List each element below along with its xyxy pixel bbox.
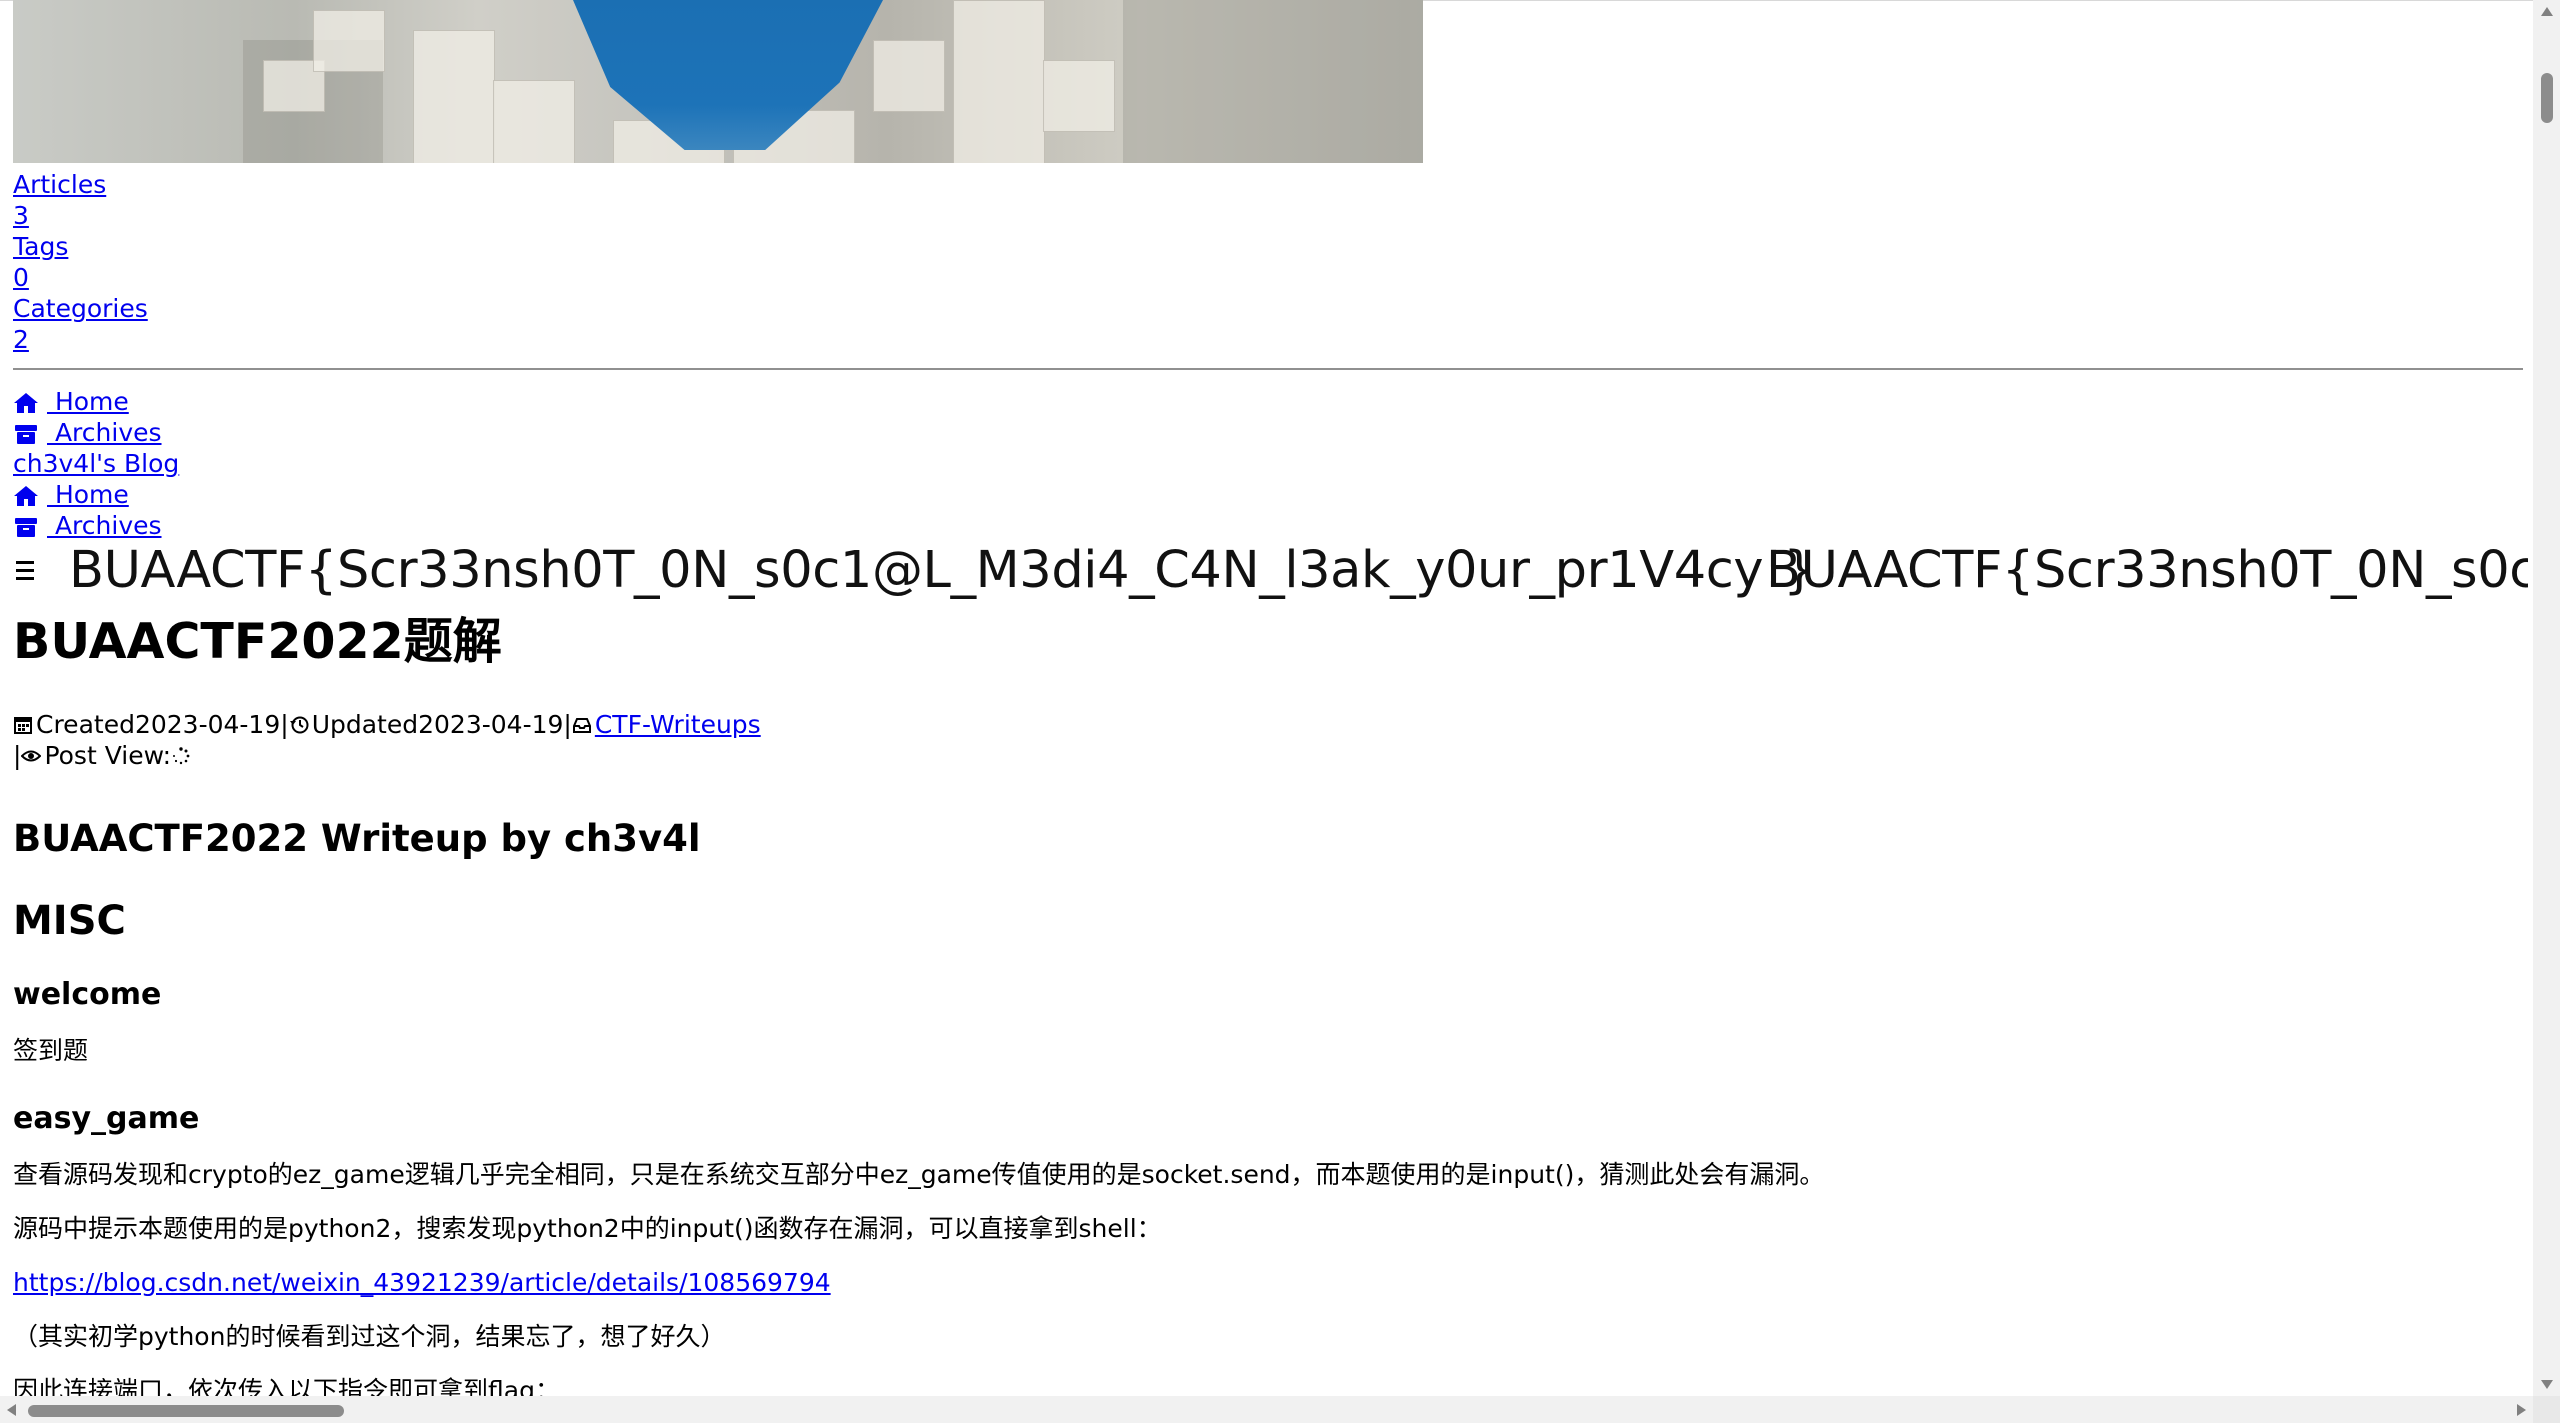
post-view-label: Post View:	[44, 741, 172, 770]
post-title: BUAACTF2022题解	[13, 613, 502, 670]
reference-link[interactable]: https://blog.csdn.net/weixin_43921239/ar…	[13, 1268, 831, 1297]
created-label: Created	[36, 710, 135, 739]
nav-item-home-label: Home	[47, 480, 129, 509]
flag-text-repeat: BUAACTF{Scr33nsh0T_0N_s0c1@	[1766, 541, 2528, 600]
updated-date: 2023-04-19	[418, 710, 564, 739]
welcome-heading: welcome	[13, 977, 162, 1012]
calendar-icon	[13, 715, 33, 735]
tags-count[interactable]: 0	[13, 263, 29, 292]
site-stats: Articles 3 Tags 0 Categories 2	[13, 169, 2533, 355]
sidebar-item-archives-label: Archives	[47, 418, 162, 447]
nav-item-archives-label: Archives	[47, 511, 162, 540]
scrollbar-corner	[2533, 1396, 2560, 1423]
post-meta: Created2023-04-19| Updated2023-04-19| CT…	[13, 709, 2533, 771]
articles-link[interactable]: Articles	[13, 170, 106, 199]
flag-text: BUAACTF{Scr33nsh0T_0N_s0c1@L_M3di4_C4N_l…	[69, 541, 1816, 600]
inbox-icon	[572, 715, 592, 735]
sidebar-divider	[13, 368, 2523, 370]
hamburger-menu-icon[interactable]	[16, 561, 34, 585]
meta-separator: |	[13, 741, 22, 770]
easy-game-paragraph-1: 查看源码发现和crypto的ez_game逻辑几乎完全相同，只是在系统交互部分中…	[13, 1160, 1825, 1189]
misc-heading: MISC	[13, 898, 126, 944]
created-date: 2023-04-19	[134, 710, 281, 739]
category-link[interactable]: CTF-Writeups	[595, 710, 761, 739]
meta-separator: |	[563, 710, 572, 739]
vertical-scrollbar-thumb[interactable]	[2541, 73, 2553, 123]
sidebar-menu: Home Archives ch3v4l's Blog Home Archive…	[13, 386, 2533, 541]
scroll-up-arrow-icon[interactable]	[2541, 7, 2553, 16]
nav-item-home[interactable]: Home	[13, 479, 129, 510]
categories-link[interactable]: Categories	[13, 294, 148, 323]
eye-icon	[21, 746, 42, 766]
articles-count[interactable]: 3	[13, 201, 29, 230]
categories-count[interactable]: 2	[13, 325, 29, 354]
tags-link[interactable]: Tags	[13, 232, 68, 261]
loading-spinner-icon	[171, 746, 191, 766]
meta-separator: |	[280, 710, 289, 739]
sidebar-item-home-label: Home	[47, 387, 129, 416]
history-icon	[289, 715, 309, 735]
scroll-left-arrow-icon[interactable]	[7, 1404, 16, 1416]
archive-icon	[13, 423, 39, 445]
easy-game-paragraph-2: 源码中提示本题使用的是python2，搜索发现python2中的input()函…	[13, 1214, 1162, 1243]
archive-icon	[13, 516, 39, 538]
easy-game-paragraph-4: 因此连接端口，依次传入以下指令即可拿到flag：	[13, 1376, 560, 1396]
home-icon	[13, 485, 39, 507]
flag-marquee: BUAACTF{Scr33nsh0T_0N_s0c1@L_M3di4_C4N_l…	[13, 541, 2528, 601]
horizontal-scrollbar-thumb[interactable]	[28, 1405, 344, 1417]
welcome-paragraph: 签到题	[13, 1036, 89, 1065]
easy-game-heading: easy_game	[13, 1101, 200, 1136]
horizontal-scrollbar[interactable]	[0, 1396, 2533, 1423]
writeup-heading: BUAACTF2022 Writeup by ch3v4l	[13, 817, 701, 860]
updated-label: Updated	[311, 710, 419, 739]
sidebar-item-archives[interactable]: Archives	[13, 417, 162, 448]
sidebar-item-home[interactable]: Home	[13, 386, 129, 417]
page-viewport: Articles 3 Tags 0 Categories 2 Home Arch…	[0, 0, 2533, 1396]
home-icon	[13, 392, 39, 414]
vertical-scrollbar[interactable]	[2533, 0, 2560, 1396]
avatar-image	[13, 0, 1423, 163]
scroll-right-arrow-icon[interactable]	[2517, 1404, 2526, 1416]
site-name-link[interactable]: ch3v4l's Blog	[13, 448, 179, 479]
easy-game-paragraph-3: （其实初学python的时候看到过这个洞，结果忘了，想了好久）	[13, 1322, 726, 1351]
scroll-down-arrow-icon[interactable]	[2541, 1380, 2553, 1389]
nav-item-archives[interactable]: Archives	[13, 510, 162, 541]
